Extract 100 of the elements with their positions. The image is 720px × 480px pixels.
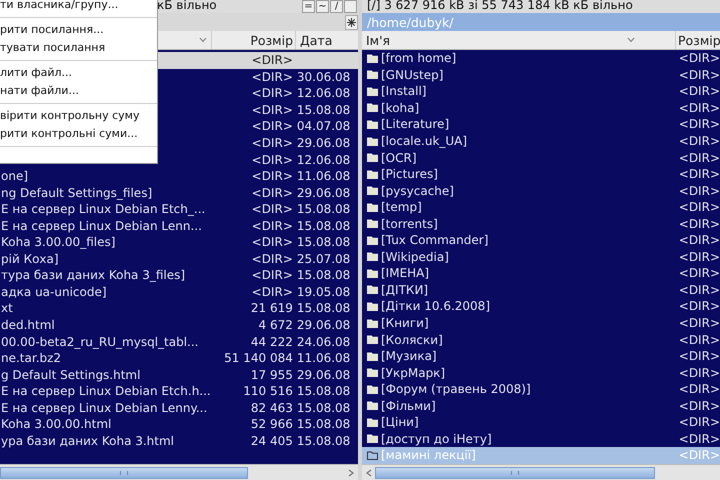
file-row[interactable]: g Default Settings.html 17 955 29.06.08 xyxy=(0,366,358,383)
file-date: 15.08.08 xyxy=(296,400,350,415)
menu-item[interactable]: вірити контрольну суму xyxy=(0,107,157,125)
menu-item[interactable]: рити контрольні суми... xyxy=(0,125,157,143)
file-row[interactable]: [Ціни] <DIR> xyxy=(362,414,720,431)
file-size: <DIR> xyxy=(252,102,293,117)
file-name: ded.html xyxy=(1,318,55,332)
file-name: Koha 3.00.00_files] xyxy=(1,235,116,250)
file-size: <DIR> xyxy=(252,70,293,84)
file-row[interactable]: ded.html 4 672 29.06.08 xyxy=(0,316,358,334)
file-row[interactable]: [Pictures] <DIR> xyxy=(362,166,720,182)
file-row[interactable]: [OCR] <DIR> xyxy=(362,149,720,166)
file-date: 29.06.08 xyxy=(296,368,350,382)
file-date: 30.06.08 xyxy=(296,70,350,84)
file-date: 15.08.08 xyxy=(296,235,350,250)
column-header[interactable]: Ім'я xyxy=(362,31,676,49)
folder-icon xyxy=(367,302,378,311)
horizontal-scrollbar[interactable] xyxy=(0,464,358,480)
file-row[interactable]: Koha 3.00.00.html 52 966 15.08.08 xyxy=(0,416,358,433)
file-row[interactable]: 00.00-beta2_ru_RU_mysql_tabl... 44 222 24.06.08 xyxy=(0,333,358,350)
file-size: 82 463 xyxy=(250,400,293,415)
file-row[interactable]: [Tux Commander] <DIR> xyxy=(362,232,720,249)
file-row[interactable]: E на сервер Linux Debian Etch_... <DIR> 15.08.08 xyxy=(0,200,358,218)
folder-icon xyxy=(367,236,378,245)
file-name: [Коляски] xyxy=(381,332,443,347)
asterisk-icon[interactable] xyxy=(345,14,358,30)
file-size: <DIR> xyxy=(678,398,720,413)
file-row[interactable]: [temp] <DIR> xyxy=(362,198,720,216)
file-size: <DIR> xyxy=(252,202,293,216)
free-space-label: кБ вільно xyxy=(157,0,217,12)
file-name: [ІМЕНА] xyxy=(381,266,430,280)
file-row[interactable]: ng Default Settings_files] <DIR> 29.06.08 xyxy=(0,184,358,201)
drive-button[interactable]: = xyxy=(302,0,315,13)
file-size: 4 672 xyxy=(258,318,293,332)
file-size: <DIR> xyxy=(252,268,293,282)
drive-button[interactable]: ~ xyxy=(316,0,329,13)
file-size: <DIR> xyxy=(678,266,720,280)
file-date: 15.08.08 xyxy=(296,417,350,432)
file-row[interactable]: [Дітки 10.6.2008] <DIR> xyxy=(362,298,720,315)
file-row[interactable]: [pysycache] <DIR> xyxy=(362,182,720,199)
file-date: 15.08.08 xyxy=(296,301,350,316)
file-date: 29.06.08 xyxy=(296,318,350,332)
folder-icon xyxy=(367,352,378,361)
file-row[interactable]: [ДІТКИ] <DIR> xyxy=(362,282,720,298)
file-row[interactable]: E на сервер Linux Debian Lenny... 82 463 15.08.08 xyxy=(0,399,358,416)
file-row[interactable]: one] <DIR> 11.06.08 xyxy=(0,168,358,184)
file-row[interactable]: [Форум (травень 2008)] <DIR> xyxy=(362,380,720,398)
column-header[interactable]: Розмір xyxy=(212,31,296,49)
menu-item[interactable]: нати файли... xyxy=(0,82,157,100)
file-row[interactable]: рій Коха] <DIR> 25.07.08 xyxy=(0,250,358,268)
file-row[interactable]: [Коляски] <DIR> xyxy=(362,331,720,348)
file-name: E на сервер Linux Debian Lenn... xyxy=(1,218,202,233)
file-size: <DIR> xyxy=(678,349,720,364)
file-name: E на сервер Linux Debian Etch.h... xyxy=(1,384,211,398)
file-row[interactable]: тура бази даних Koha 3_files] <DIR> 15.08.08 xyxy=(0,267,358,284)
menu-item[interactable]: ти власника/групу... xyxy=(0,0,157,14)
file-row[interactable]: [torrents] <DIR> xyxy=(362,215,720,232)
current-path: /home/dubyk/ xyxy=(366,14,454,30)
column-header[interactable]: Розмір xyxy=(676,31,720,49)
file-row[interactable]: [Книги] <DIR> xyxy=(362,314,720,332)
file-name: [Ціни] xyxy=(381,415,419,430)
menu-item[interactable]: рити посилання... xyxy=(0,21,157,39)
file-name: one] xyxy=(1,169,28,184)
file-date: 15.08.08 xyxy=(296,384,350,398)
folder-icon xyxy=(367,54,378,63)
file-row[interactable]: Koha 3.00.00_files] <DIR> 15.08.08 xyxy=(0,234,358,251)
file-row[interactable]: [Literature] <DIR> xyxy=(362,116,720,133)
file-row[interactable]: [Wikipedia] <DIR> xyxy=(362,248,720,266)
file-row[interactable]: [ІМЕНА] <DIR> xyxy=(362,265,720,282)
file-row[interactable]: адка ua-unicode] <DIR> 19.05.08 xyxy=(0,284,358,300)
file-size: 17 955 xyxy=(250,368,293,382)
file-row[interactable]: [Музика] <DIR> xyxy=(362,348,720,364)
file-row[interactable]: [locale.uk_UA] <DIR> xyxy=(362,132,720,150)
file-row[interactable]: [from home] <DIR> xyxy=(362,50,720,67)
scrollbar-thumb[interactable] xyxy=(375,466,655,478)
file-row[interactable]: ура бази даних Koha 3.html 24 405 15.08.08 xyxy=(0,432,358,450)
file-row[interactable]: [koha] <DIR> xyxy=(362,100,720,116)
file-name: [pysycache] xyxy=(381,184,454,198)
file-row[interactable]: [Фільми] <DIR> xyxy=(362,397,720,414)
file-row[interactable]: [Install] <DIR> xyxy=(362,83,720,100)
column-header[interactable]: Дата xyxy=(296,31,358,49)
file-row[interactable]: E на сервер Linux Debian Etch.h... 110 516 15.08.08 xyxy=(0,382,358,400)
file-size: <DIR> xyxy=(252,169,293,184)
file-row[interactable]: xt 21 619 15.08.08 xyxy=(0,300,358,317)
file-row[interactable]: ne.tar.bz2 51 140 084 11.06.08 xyxy=(0,350,358,366)
file-name: 00.00-beta2_ru_RU_mysql_tabl... xyxy=(1,334,198,349)
drive-button[interactable]: / xyxy=(330,0,343,13)
scrollbar-thumb[interactable] xyxy=(0,466,248,478)
file-date: 15.08.08 xyxy=(296,102,350,117)
file-date: 11.06.08 xyxy=(296,169,350,184)
file-name: [Дітки 10.6.2008] xyxy=(381,299,490,314)
file-row[interactable]: [УкрМарк] <DIR> xyxy=(362,364,720,381)
file-row[interactable]: [доступ до іНету] <DIR> xyxy=(362,430,720,448)
horizontal-scrollbar[interactable] xyxy=(362,464,720,480)
file-row[interactable]: E на сервер Linux Debian Lenn... <DIR> 15.08.08 xyxy=(0,217,358,234)
file-name: [мамині лекції] xyxy=(381,448,476,462)
file-row[interactable]: [GNUstep] <DIR> xyxy=(362,66,720,84)
file-name: [koha] xyxy=(381,100,420,115)
file-date: 15.08.08 xyxy=(296,218,350,233)
file-size: <DIR> xyxy=(678,184,720,198)
